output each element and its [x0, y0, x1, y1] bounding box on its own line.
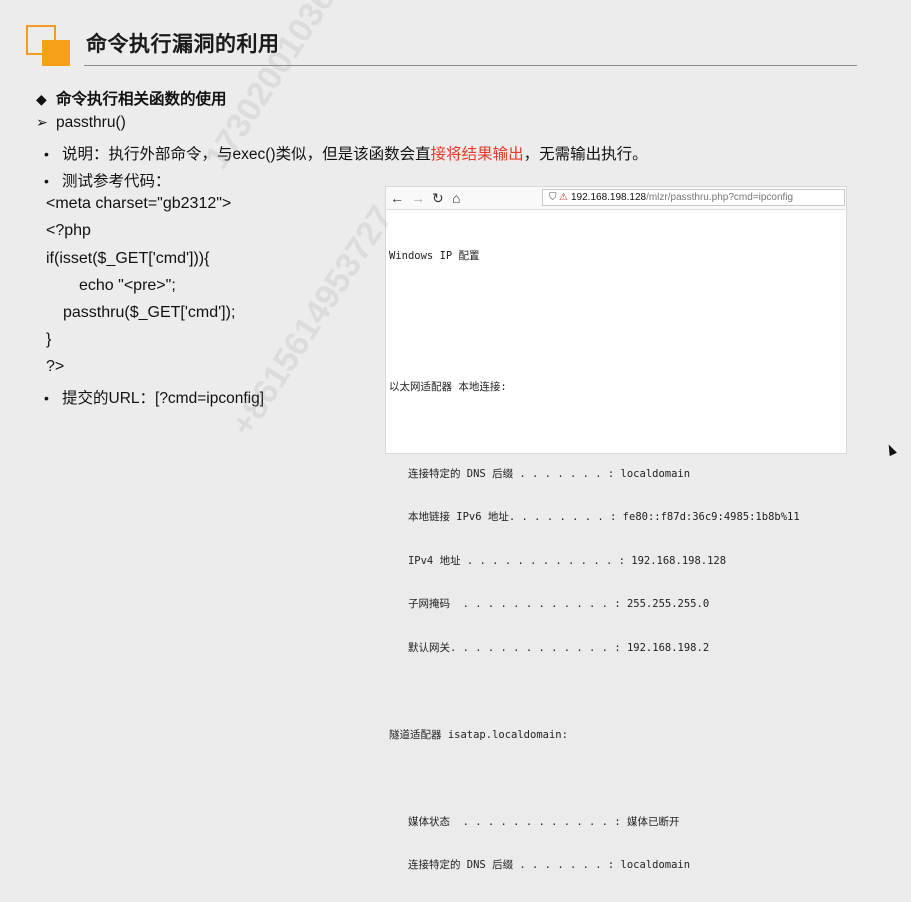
- output-line: Windows IP 配置: [389, 250, 480, 262]
- browser-toolbar: ← → ↻ ⌂ ⛉ ⚠ 192.168.198.128/mlzr/passthru.…: [386, 187, 846, 210]
- forward-arrow-icon[interactable]: →: [411, 189, 425, 207]
- mouse-cursor-icon: [885, 442, 897, 457]
- output-line: IPv4 地址 . . . . . . . . . . . . : 192.16…: [389, 554, 727, 567]
- description-suffix: ，无需输出执行。: [523, 146, 648, 163]
- test-code-bullet: • 测试参考代码：: [44, 169, 171, 191]
- url-bullet: • 提交的URL：[?cmd=ipconfig]: [44, 386, 264, 408]
- code-line: passthru($_GET['cmd']);: [63, 304, 236, 321]
- url-text: 提交的URL：[?cmd=ipconfig]: [62, 390, 264, 407]
- code-line: if(isset($_GET['cmd'])){: [46, 250, 210, 267]
- function-bullet: ➢ passthru(): [36, 114, 126, 132]
- output-line: 子网掩码 . . . . . . . . . . . . : 255.255.2…: [389, 598, 710, 610]
- test-code-label: 测试参考代码：: [62, 173, 171, 190]
- function-name: passthru(): [56, 114, 126, 131]
- code-line: ?>: [46, 358, 65, 375]
- output-line: 媒体状态 . . . . . . . . . . . . : 媒体已断开: [389, 815, 680, 828]
- url-host: 192.168.198.128: [571, 192, 647, 203]
- url-path: /mlzr/passthru.php?cmd=ipconfig: [646, 192, 794, 203]
- code-line: echo "<pre>";: [79, 277, 176, 294]
- browser-window: ← → ↻ ⌂ ⛉ ⚠ 192.168.198.128/mlzr/passthru.…: [385, 186, 847, 871]
- back-arrow-icon[interactable]: ←: [390, 189, 404, 207]
- diamond-bullet-icon: ◆: [36, 91, 47, 107]
- logo-filled-square: [42, 40, 70, 66]
- description-highlight: 接将结果输出: [430, 146, 524, 163]
- output-line: 默认网关. . . . . . . . . . . . . : 192.168.…: [389, 641, 710, 654]
- description-text: 说明：执行外部命令，与exec()类似，但是该函数会直: [62, 146, 431, 163]
- code-line: <?php: [46, 222, 91, 239]
- output-line: 隧道适配器 isatap.localdomain:: [389, 728, 568, 741]
- insecure-lock-icon[interactable]: ⚠: [559, 190, 571, 205]
- code-line: }: [46, 331, 52, 348]
- slide-title: 命令执行漏洞的利用: [86, 33, 280, 56]
- command-output: Windows IP 配置 以太网适配器 本地连接: 连接特定的 DNS 后缀 …: [389, 220, 800, 902]
- address-bar[interactable]: ⛉ ⚠ 192.168.198.128/mlzr/passthru.php?cmd=…: [542, 189, 845, 206]
- arrow-bullet-icon: ➢: [36, 114, 48, 130]
- output-line: 本地链接 IPv6 地址. . . . . . . . : fe80::f87d…: [389, 511, 800, 523]
- home-icon[interactable]: ⌂: [452, 189, 460, 207]
- code-line: <meta charset="gb2312">: [46, 195, 232, 212]
- dot-bullet-icon: •: [44, 146, 49, 162]
- description-bullet: • 说明：执行外部命令，与exec()类似，但是该函数会直接将结果输出，无需输出执…: [44, 142, 648, 164]
- dot-bullet-icon: •: [44, 390, 49, 406]
- title-divider: [84, 65, 857, 66]
- output-line: 以太网适配器 本地连接:: [389, 380, 507, 393]
- slide: 命令执行漏洞的利用 ◆ 命令执行相关函数的使用 ➢ passthru() • 说明：执…: [0, 0, 911, 871]
- output-line: 连接特定的 DNS 后缀 . . . . . . . : localdomain: [389, 859, 691, 871]
- reload-icon[interactable]: ↻: [432, 189, 444, 207]
- dot-bullet-icon: •: [44, 173, 49, 189]
- heading-bullet: ◆ 命令执行相关函数的使用: [36, 87, 227, 109]
- heading-text: 命令执行相关函数的使用: [56, 91, 227, 108]
- shield-icon[interactable]: ⛉: [549, 190, 559, 205]
- output-line: 连接特定的 DNS 后缀 . . . . . . . : localdomain: [389, 467, 691, 480]
